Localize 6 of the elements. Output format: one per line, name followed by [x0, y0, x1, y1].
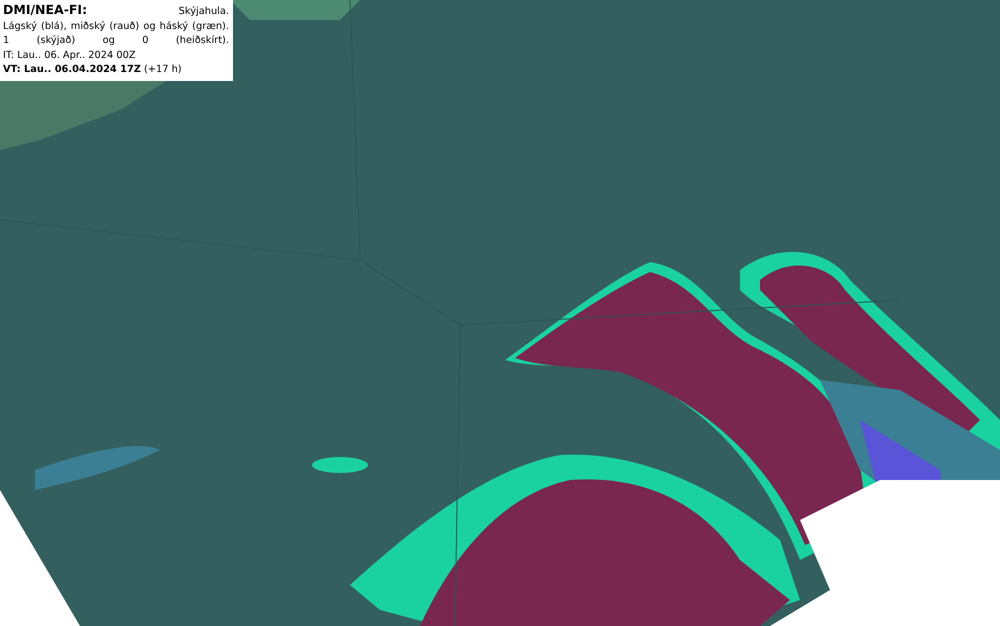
legend-description: Lágský (blá), miðský (rauð) og háský (græn).	[3, 20, 229, 34]
legend-scale: 1 (skýjað) og 0 (heiðskírt).	[3, 34, 229, 48]
initial-time: IT: Lau.. 06. Apr.. 2024 00Z	[3, 48, 137, 62]
legend-variable: Skýjahula.	[178, 5, 229, 19]
valid-time: VT: Lau.. 06.04.2024 17Z (+17 h)	[3, 63, 183, 77]
legend-title: DMI/NEA-FI:	[3, 3, 88, 18]
